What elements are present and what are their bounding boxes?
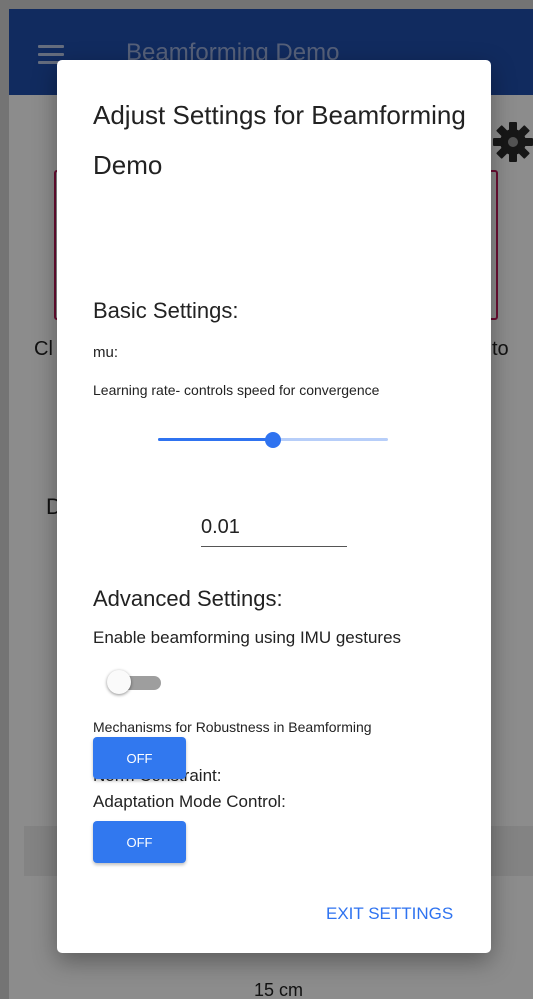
mu-slider[interactable] [158,430,388,450]
adaptation-mode-label: Adaptation Mode Control: [93,792,286,811]
mu-label: mu: [93,344,119,361]
imu-gestures-toggle[interactable] [107,670,163,694]
dialog-title: Adjust Settings for Beamforming Demo [93,100,466,180]
mu-description: Learning rate- controls speed for conver… [93,382,380,398]
advanced-settings-heading: Advanced Settings: [93,586,283,611]
mu-value-input[interactable] [201,508,347,547]
toggle-thumb [107,670,131,694]
settings-dialog: Adjust Settings for Beamforming Demo Bas… [57,60,491,953]
mu-slider-thumb[interactable] [265,432,281,448]
mu-slider-track [158,438,273,441]
robustness-mechanisms-label: Mechanisms for Robustness in Beamforming [93,719,372,735]
norm-constraint-button[interactable]: OFF [93,737,186,779]
exit-settings-button[interactable]: EXIT SETTINGS [326,904,453,924]
imu-gestures-label: Enable beamforming using IMU gestures [93,628,402,647]
basic-settings-heading: Basic Settings: [93,298,239,323]
adaptation-mode-button[interactable]: OFF [93,821,186,863]
